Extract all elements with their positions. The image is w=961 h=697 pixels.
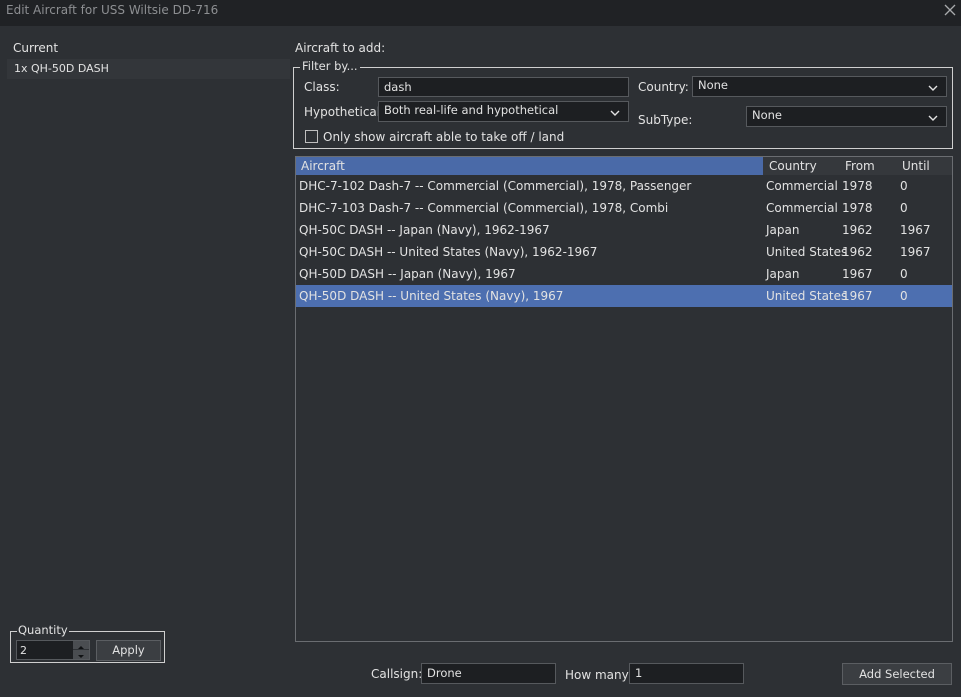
aircraft-table[interactable]: Aircraft Country From Until DHC-7-102 Da… <box>295 156 953 642</box>
takeoff-land-label: Only show aircraft able to take off / la… <box>323 130 565 144</box>
close-icon[interactable] <box>943 3 957 17</box>
country-cell: United States <box>766 289 848 303</box>
from-cell: 1978 <box>842 179 873 193</box>
aircraft-cell: DHC-7-103 Dash-7 -- Commercial (Commerci… <box>299 201 669 215</box>
aircraft-cell: QH-50C DASH -- United States (Navy), 196… <box>299 245 598 259</box>
window-title: Edit Aircraft for USS Wiltsie DD-716 <box>6 3 219 17</box>
how-many-label: How many: <box>565 668 632 682</box>
table-header: Aircraft Country From Until <box>296 157 952 175</box>
chevron-down-icon <box>928 82 938 92</box>
until-cell: 0 <box>900 267 908 281</box>
country-cell: Japan <box>766 267 800 281</box>
aircraft-cell: QH-50D DASH -- United States (Navy), 196… <box>299 289 564 303</box>
table-row-selected[interactable]: QH-50D DASH -- United States (Navy), 196… <box>296 285 952 307</box>
current-pane: Current 1x QH-50D DASH <box>0 26 290 697</box>
add-selected-button[interactable]: Add Selected <box>842 663 952 685</box>
column-header-from[interactable]: From <box>840 157 897 175</box>
table-row[interactable]: DHC-7-103 Dash-7 -- Commercial (Commerci… <box>296 197 952 219</box>
subtype-label: SubType: <box>638 113 693 127</box>
arrow-down-icon[interactable] <box>73 650 89 659</box>
current-label: Current <box>13 41 59 55</box>
table-row[interactable]: DHC-7-102 Dash-7 -- Commercial (Commerci… <box>296 175 952 197</box>
country-value: None <box>698 78 729 92</box>
until-cell: 1967 <box>900 245 931 259</box>
class-input[interactable]: dash <box>378 77 629 97</box>
aircraft-cell: DHC-7-102 Dash-7 -- Commercial (Commerci… <box>299 179 692 193</box>
title-bar: Edit Aircraft for USS Wiltsie DD-716 <box>0 0 961 26</box>
table-row[interactable]: QH-50C DASH -- United States (Navy), 196… <box>296 241 952 263</box>
chevron-down-icon <box>610 107 620 117</box>
aircraft-cell: QH-50C DASH -- Japan (Navy), 1962-1967 <box>299 223 550 237</box>
country-cell: Commercial <box>766 179 838 193</box>
quantity-legend: Quantity <box>17 623 69 637</box>
from-cell: 1967 <box>842 267 873 281</box>
arrow-up-icon[interactable] <box>73 641 89 650</box>
subtype-value: None <box>752 108 783 122</box>
until-cell: 0 <box>900 179 908 193</box>
until-cell: 1967 <box>900 223 931 237</box>
subtype-select[interactable]: None <box>746 106 947 127</box>
hypothetical-select[interactable]: Both real-life and hypothetical <box>378 101 629 122</box>
apply-button[interactable]: Apply <box>96 640 161 661</box>
how-many-input[interactable]: 1 <box>629 663 744 684</box>
table-row[interactable]: QH-50C DASH -- Japan (Navy), 1962-1967 J… <box>296 219 952 241</box>
aircraft-to-add-label: Aircraft to add: <box>295 41 386 55</box>
callsign-label: Callsign: <box>371 667 423 681</box>
class-label: Class: <box>304 80 340 94</box>
callsign-input[interactable]: Drone <box>421 663 556 684</box>
current-aircraft-item[interactable]: 1x QH-50D DASH <box>7 59 290 79</box>
until-cell: 0 <box>900 201 908 215</box>
column-header-country[interactable]: Country <box>764 157 840 175</box>
hypothetical-label: Hypothetical: <box>304 105 385 119</box>
country-cell: United States <box>766 245 848 259</box>
filter-group: Filter by... Class: dash Country: None H… <box>293 59 953 149</box>
quantity-group: Quantity Apply <box>10 623 165 663</box>
country-cell: Commercial <box>766 201 838 215</box>
until-cell: 0 <box>900 289 908 303</box>
from-cell: 1978 <box>842 201 873 215</box>
aircraft-cell: QH-50D DASH -- Japan (Navy), 1967 <box>299 267 516 281</box>
filter-legend: Filter by... <box>300 59 360 73</box>
country-select[interactable]: None <box>692 76 947 97</box>
takeoff-land-checkbox[interactable] <box>305 130 318 143</box>
quantity-stepper[interactable] <box>73 641 89 659</box>
column-header-until[interactable]: Until <box>897 157 952 175</box>
column-header-aircraft[interactable]: Aircraft <box>296 157 763 175</box>
country-cell: Japan <box>766 223 800 237</box>
country-label: Country: <box>638 80 689 94</box>
chevron-down-icon <box>928 112 938 122</box>
hypothetical-value: Both real-life and hypothetical <box>384 103 559 117</box>
from-cell: 1967 <box>842 289 873 303</box>
from-cell: 1962 <box>842 223 873 237</box>
from-cell: 1962 <box>842 245 873 259</box>
table-row[interactable]: QH-50D DASH -- Japan (Navy), 1967 Japan … <box>296 263 952 285</box>
